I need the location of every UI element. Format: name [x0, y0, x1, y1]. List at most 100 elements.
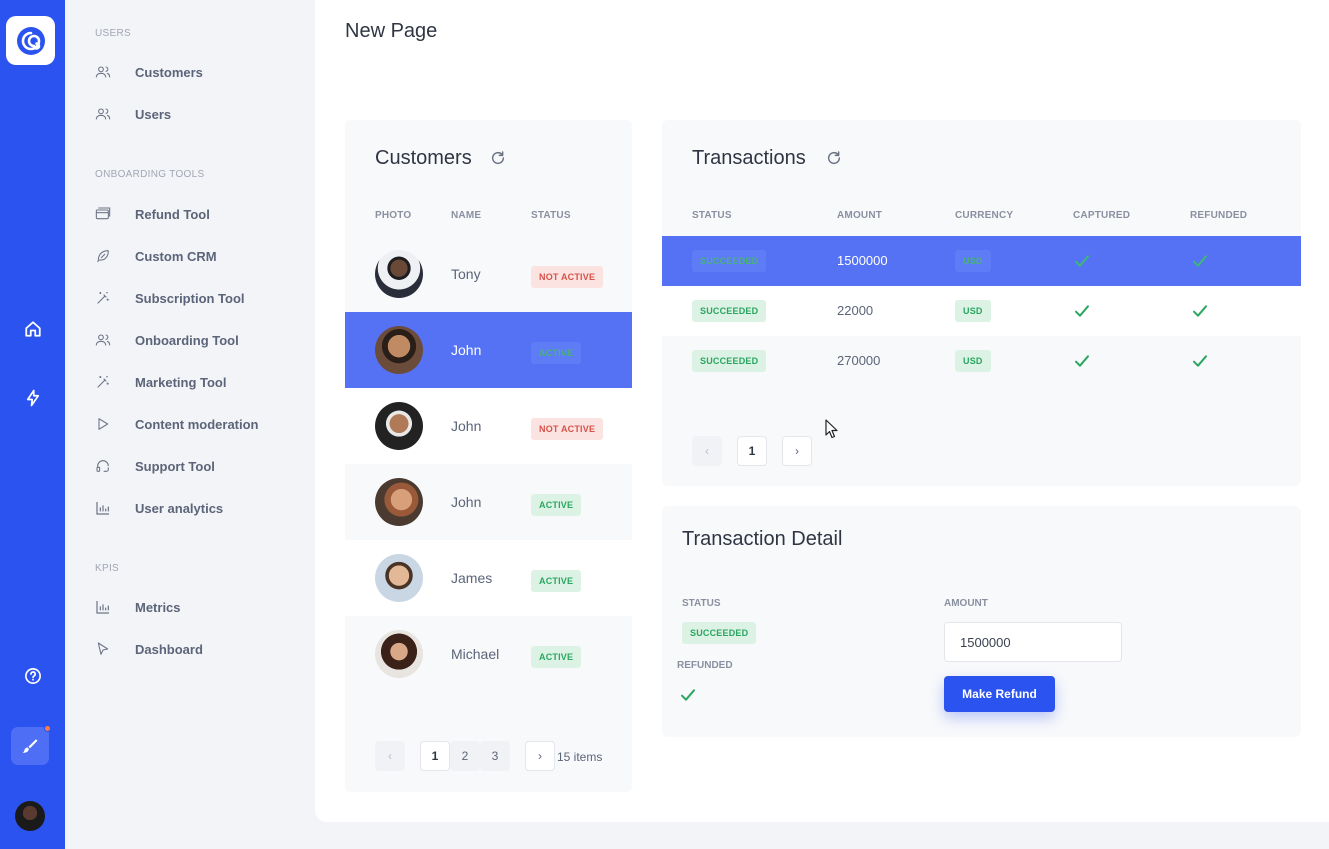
check-icon [1193, 355, 1207, 367]
section-title-onboarding: ONBOARDING TOOLS [95, 169, 205, 180]
refresh-icon[interactable] [826, 150, 842, 166]
avatar [375, 630, 423, 678]
sidebar-item-subscription-tool[interactable]: Subscription Tool [95, 286, 245, 310]
status-badge: NOT ACTIVE [531, 266, 604, 288]
sidebar-item-refund-tool[interactable]: Refund Tool [95, 202, 210, 226]
table-row[interactable]: Tony NOT ACTIVE [345, 236, 632, 312]
sidebar-item-label: Metrics [135, 599, 181, 615]
pager-prev-button[interactable]: ‹ [375, 741, 405, 771]
pager-page-1[interactable]: 1 [737, 436, 767, 466]
pager-next-button[interactable]: › [782, 436, 812, 466]
sidebar-item-metrics[interactable]: Metrics [95, 595, 181, 619]
transaction-detail-title: Transaction Detail [682, 528, 843, 550]
section-title-users: USERS [95, 28, 131, 39]
pager-page-1[interactable]: 1 [420, 741, 450, 771]
users-icon [95, 64, 115, 80]
bar-chart-icon [95, 500, 115, 516]
cursor-icon [95, 641, 115, 657]
table-row[interactable]: SUCCEEDED 22000 USD [662, 286, 1301, 336]
pager-next-button[interactable]: › [525, 741, 555, 771]
currency-badge: USD [955, 350, 991, 372]
sidebar-item-label: Customers [135, 64, 203, 80]
sidebar-item-customers[interactable]: Customers [95, 60, 203, 84]
pager-page-2[interactable]: 2 [450, 741, 480, 771]
column-header-amount[interactable]: AMOUNT [837, 210, 882, 221]
status-badge: ACTIVE [531, 342, 582, 364]
column-header-name[interactable]: NAME [451, 210, 481, 221]
user-avatar[interactable] [15, 801, 45, 831]
main-content: New Page Customers PHOTO NAME STATUS Ton… [315, 0, 1329, 822]
sidebar-item-dashboard[interactable]: Dashboard [95, 637, 203, 661]
avatar [375, 326, 423, 374]
status-badge: SUCCEEDED [692, 300, 767, 322]
column-header-photo[interactable]: PHOTO [375, 210, 411, 221]
avatar [375, 478, 423, 526]
status-badge: SUCCEEDED [692, 250, 767, 272]
brush-icon [22, 739, 38, 753]
make-refund-button[interactable]: Make Refund [944, 676, 1055, 712]
pager-page-3[interactable]: 3 [480, 741, 510, 771]
table-row[interactable]: James ACTIVE [345, 540, 632, 616]
column-header-status[interactable]: STATUS [531, 210, 571, 221]
column-header-status[interactable]: STATUS [692, 210, 732, 221]
feather-icon [95, 248, 115, 264]
pager-prev-button[interactable]: ‹ [692, 436, 722, 466]
sidebar-item-content-moderation[interactable]: Content moderation [95, 412, 259, 436]
sidebar-item-users[interactable]: Users [95, 102, 171, 126]
sidebar-item-label: Dashboard [135, 641, 203, 657]
sidebar-item-marketing-tool[interactable]: Marketing Tool [95, 370, 226, 394]
sidebar-item-support-tool[interactable]: Support Tool [95, 454, 215, 478]
refunded-label: REFUNDED [677, 660, 733, 671]
check-icon [1075, 355, 1089, 367]
customer-name: Tony [451, 266, 481, 282]
help-icon[interactable] [0, 661, 65, 691]
table-row[interactable]: SUCCEEDED 270000 USD [662, 336, 1301, 386]
brush-button[interactable] [11, 725, 51, 765]
notification-dot [44, 725, 51, 732]
play-icon [95, 416, 115, 432]
users-icon [95, 106, 115, 122]
status-badge: NOT ACTIVE [531, 418, 604, 440]
transactions-card: Transactions STATUS AMOUNT CURRENCY CAPT… [662, 120, 1301, 486]
column-header-captured[interactable]: CAPTURED [1073, 210, 1130, 221]
home-icon[interactable] [0, 314, 65, 344]
sidebar-item-label: Onboarding Tool [135, 332, 239, 348]
sidebar-item-user-analytics[interactable]: User analytics [95, 496, 223, 520]
amount-input[interactable] [944, 622, 1122, 662]
table-row[interactable]: John ACTIVE [345, 312, 632, 388]
sidebar-item-label: Custom CRM [135, 248, 217, 264]
sidebar-item-label: Support Tool [135, 458, 215, 474]
sidebar-item-label: User analytics [135, 500, 224, 516]
wand-icon [95, 374, 115, 390]
customer-name: John [451, 494, 482, 510]
app-rail [0, 0, 65, 849]
customer-name: John [451, 418, 482, 434]
refresh-icon[interactable] [490, 150, 506, 166]
customer-name: John [451, 342, 482, 358]
status-label: STATUS [682, 598, 721, 609]
table-row[interactable]: Michael ACTIVE [345, 616, 632, 692]
app-logo[interactable] [6, 16, 55, 65]
sidebar-item-label: Marketing Tool [135, 374, 227, 390]
customer-name: Michael [451, 646, 500, 662]
table-row[interactable]: SUCCEEDED 1500000 USD [662, 236, 1301, 286]
items-count: 15 items [557, 750, 603, 764]
column-header-currency[interactable]: CURRENCY [955, 210, 1013, 221]
page-title: New Page [345, 20, 438, 42]
table-row[interactable]: John ACTIVE [345, 464, 632, 540]
column-header-refunded[interactable]: REFUNDED [1190, 210, 1247, 221]
avatar [375, 402, 423, 450]
status-badge: ACTIVE [531, 646, 582, 668]
section-title-kpis: KPIS [95, 563, 119, 574]
table-row[interactable]: John NOT ACTIVE [345, 388, 632, 464]
lightning-icon[interactable] [0, 383, 65, 413]
sidebar: USERS Customers Users ONBOARDING TOOLS R… [65, 0, 315, 849]
check-icon [1075, 255, 1089, 267]
sidebar-item-onboarding-tool[interactable]: Onboarding Tool [95, 328, 239, 352]
headset-icon [95, 458, 115, 474]
sidebar-item-custom-crm[interactable]: Custom CRM [95, 244, 217, 268]
check-icon [681, 689, 695, 701]
card-icon [95, 206, 115, 222]
status-badge: SUCCEEDED [692, 350, 767, 372]
customer-name: James [451, 570, 493, 586]
